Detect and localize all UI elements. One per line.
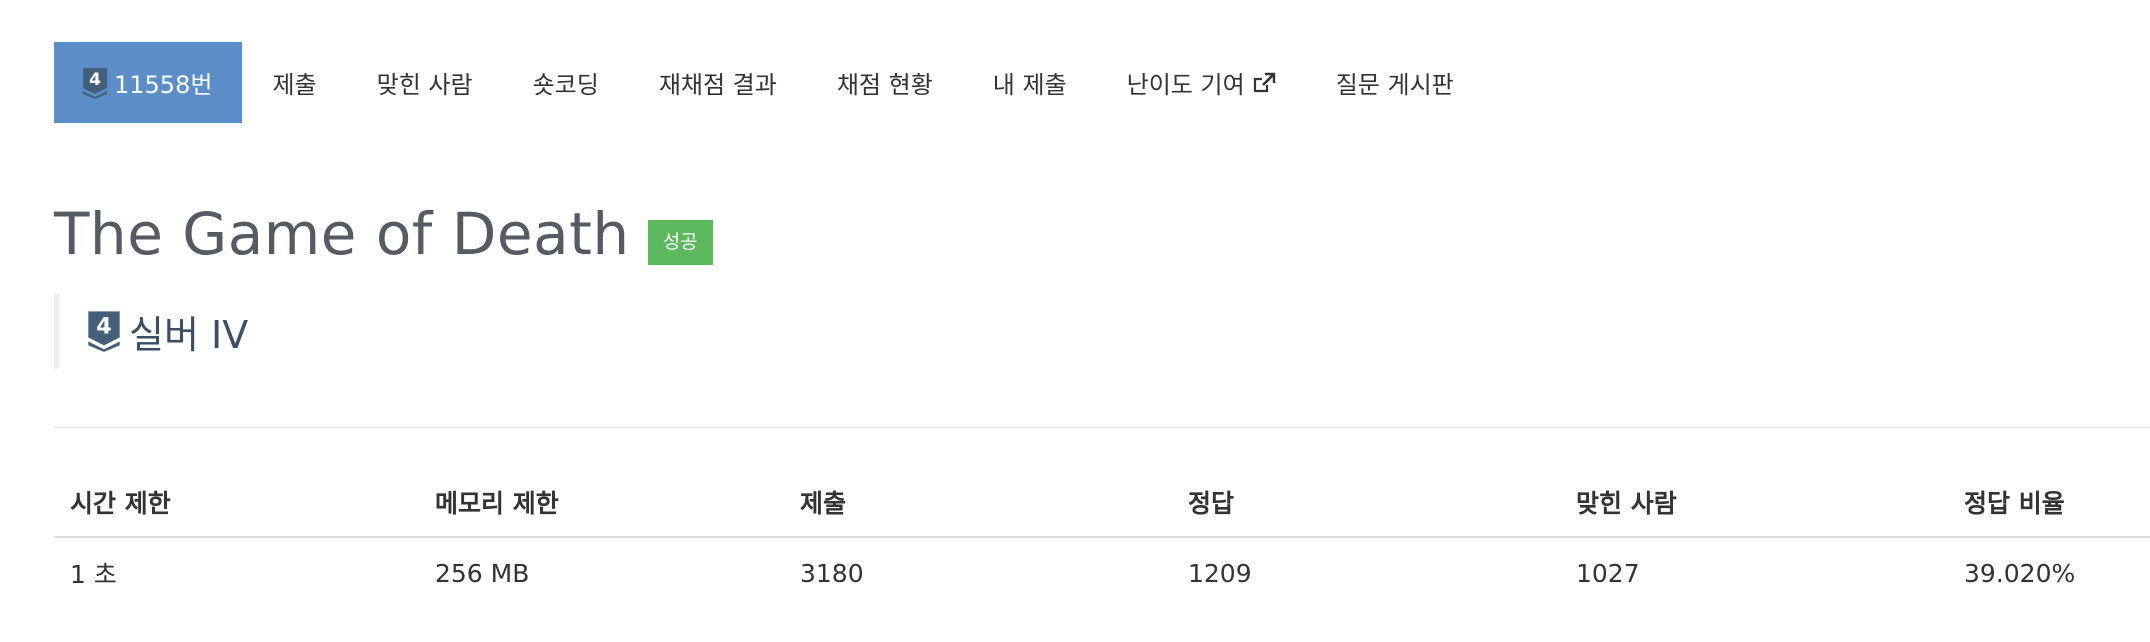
- tab-difficulty-contribution[interactable]: 난이도 기여: [1097, 42, 1306, 123]
- tab-judge-status[interactable]: 채점 현황: [807, 42, 963, 123]
- tab-problem[interactable]: 4 11558번: [54, 42, 243, 123]
- header-solved-users: 맞힌 사람: [1576, 489, 1677, 518]
- header-memory-limit: 메모리 제한: [435, 489, 559, 518]
- header-submissions: 제출: [800, 489, 847, 518]
- section-divider: [54, 427, 2150, 428]
- time-limit-value: 1 초: [70, 560, 117, 589]
- accept-ratio-value: 39.020%: [1964, 558, 2076, 588]
- tab-my-submissions-label: 내 제출: [992, 71, 1067, 99]
- tab-question-board[interactable]: 질문 게시판: [1306, 42, 1484, 123]
- tab-short-coding-label: 숏코딩: [532, 71, 599, 99]
- tier-label: 실버 IV: [129, 312, 249, 357]
- solved-users-value: 1027: [1576, 558, 1640, 588]
- tier-icon-number: 4: [96, 314, 111, 340]
- external-link-icon: [1252, 72, 1276, 94]
- silver-tier-icon: 4: [82, 67, 108, 99]
- tab-my-submissions[interactable]: 내 제출: [963, 42, 1097, 123]
- tab-difficulty-contribution-label: 난이도 기여: [1126, 71, 1245, 99]
- tab-short-coding[interactable]: 숏코딩: [503, 42, 629, 123]
- tab-rejudge-results-label: 재채점 결과: [658, 71, 777, 99]
- silver-tier-icon: 4: [87, 310, 121, 352]
- header-accepted: 정답: [1188, 489, 1235, 518]
- tab-submit-label: 제출: [272, 71, 317, 99]
- memory-limit-value: 256 MB: [435, 558, 530, 588]
- problem-title: The Game of Death: [54, 200, 630, 268]
- tab-question-board-label: 질문 게시판: [1335, 71, 1454, 99]
- problem-title-row: The Game of Death 성공: [54, 200, 713, 268]
- problem-tier: 4 실버 IV: [54, 293, 248, 369]
- tab-solved-users-label: 맞힌 사람: [376, 71, 473, 99]
- tab-judge-status-label: 채점 현황: [836, 71, 933, 99]
- tab-rejudge-results[interactable]: 재채점 결과: [629, 42, 807, 123]
- submissions-value: 3180: [800, 558, 864, 588]
- accepted-value: 1209: [1188, 558, 1252, 588]
- header-time-limit: 시간 제한: [70, 489, 171, 518]
- problem-info-table: 시간 제한 메모리 제한 제출 정답 맞힌 사람 정답 비율 1 초 256 M…: [54, 468, 2150, 608]
- status-badge: 성공: [647, 219, 713, 265]
- header-accept-ratio: 정답 비율: [1964, 489, 2065, 518]
- tier-badge-number: 4: [89, 70, 101, 90]
- tab-submit[interactable]: 제출: [242, 42, 346, 123]
- problem-nav-tabs: 4 11558번 제출 맞힌 사람 숏코딩 재채점 결과 채점 현황 내 제출 …: [54, 42, 1484, 123]
- table-header-row: 시간 제한 메모리 제한 제출 정답 맞힌 사람 정답 비율: [54, 468, 2150, 538]
- tab-problem-label: 11558번: [114, 71, 213, 99]
- tab-solved-users[interactable]: 맞힌 사람: [347, 42, 503, 123]
- table-row: 1 초 256 MB 3180 1209 1027 39.020%: [54, 538, 2150, 608]
